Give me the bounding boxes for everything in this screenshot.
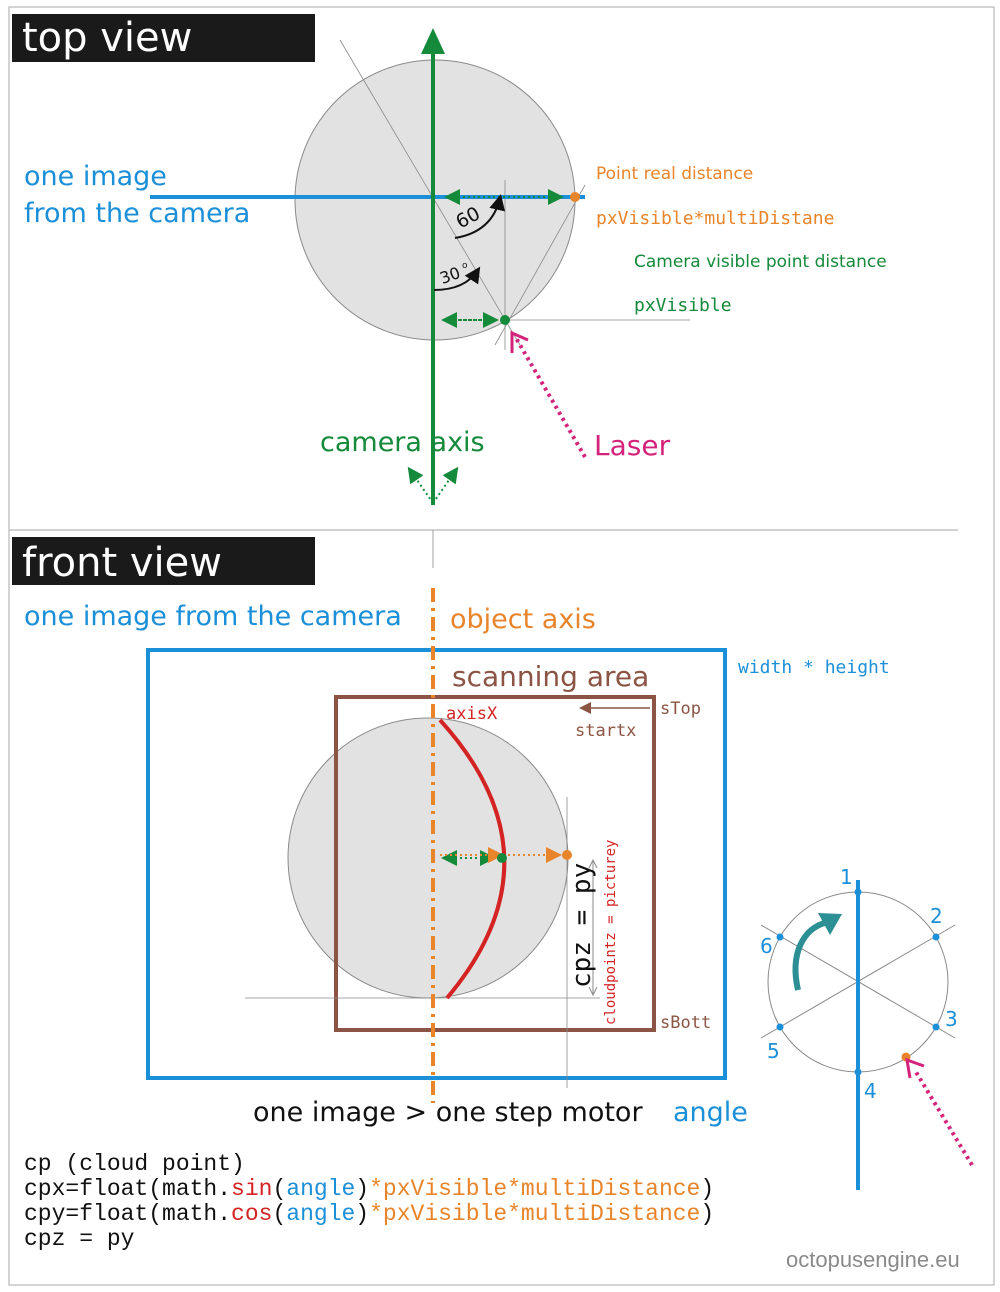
rotation-arrow-curve xyxy=(792,919,829,991)
step-label-1: 1 xyxy=(840,865,853,889)
camera-axis-arrowhead xyxy=(421,28,445,54)
camera-visible-distance-label: Camera visible point distance xyxy=(634,252,887,272)
step-label-3: 3 xyxy=(945,1007,958,1031)
step-label-6: 6 xyxy=(760,934,773,958)
front-camera-image-label: one image from the camera xyxy=(24,601,402,632)
step-dot-6 xyxy=(776,933,784,941)
front-object-circle xyxy=(287,717,569,999)
step-label-4: 4 xyxy=(864,1079,877,1103)
step-caption-angle: angle xyxy=(673,1097,748,1128)
visible-point-marker xyxy=(500,315,510,325)
cpz-py-label: cpz = py xyxy=(567,863,597,988)
step-dot-1 xyxy=(854,888,862,896)
real-point-marker xyxy=(570,192,580,202)
code-angle-token: angle xyxy=(286,1201,356,1227)
s-bott-label: sBott xyxy=(660,1013,711,1033)
code-expr-token: *pxVisible*multiDistance xyxy=(369,1176,701,1202)
step-dot-5 xyxy=(776,1023,784,1031)
code-token: cpx=float(math. xyxy=(24,1176,232,1202)
front-view-heading: front view xyxy=(22,540,222,586)
front-view-section: front view one image from the camera obj… xyxy=(12,537,974,1190)
start-x-label: startx xyxy=(575,721,636,741)
code-line-1: cp (cloud point) xyxy=(24,1151,245,1177)
camera-image-label-line2: from the camera xyxy=(24,198,250,229)
camera-view-arrow-left xyxy=(407,466,434,504)
laser-beam xyxy=(514,336,587,459)
top-view-section: top view 60 30 o one image from the came… xyxy=(12,14,887,568)
axis-x-label: axisX xyxy=(446,704,498,724)
code-sin-token: sin xyxy=(231,1176,273,1202)
width-height-label: width * height xyxy=(738,657,890,678)
code-line-4: cpz = py xyxy=(24,1226,135,1252)
code-line-3: cpy=float(math.cos(angle)*pxVisible*mult… xyxy=(24,1201,714,1227)
scanning-area-label: scanning area xyxy=(452,660,649,693)
code-cos-token: cos xyxy=(231,1201,273,1227)
step-caption-text: one image > one step motor xyxy=(253,1097,643,1128)
top-view-heading: top view xyxy=(22,15,192,61)
front-visible-point xyxy=(497,853,507,863)
turntable-laser-beam xyxy=(914,1070,974,1167)
step-label-5: 5 xyxy=(767,1039,780,1063)
step-dot-3 xyxy=(932,1023,940,1031)
camera-image-label-line1: one image xyxy=(24,161,167,192)
turntable-laser-arrowhead xyxy=(905,1057,925,1079)
code-token: cpy=float(math. xyxy=(24,1201,232,1227)
step-label-2: 2 xyxy=(930,904,943,928)
code-angle-token: angle xyxy=(286,1176,356,1202)
object-axis-label: object axis xyxy=(450,604,596,635)
laser-label: Laser xyxy=(594,429,671,462)
px-visible-multi-label: pxVisible*multiDistane xyxy=(596,208,834,229)
code-token: ) xyxy=(700,1176,715,1202)
camera-view-arrow-right xyxy=(432,466,459,504)
step-dot-2 xyxy=(932,933,940,941)
code-token: ) xyxy=(355,1201,370,1227)
rotation-step-diagram: 1 2 3 4 5 6 xyxy=(760,865,974,1190)
degree-mark: o xyxy=(462,261,468,271)
point-real-distance-label: Point real distance xyxy=(596,164,753,184)
camera-axis-label: camera axis xyxy=(320,427,485,458)
footer-site-label: octopusengine.eu xyxy=(786,1247,960,1272)
s-top-label: sTop xyxy=(660,699,701,719)
code-token: ( xyxy=(272,1201,287,1227)
scan-diagram: top view 60 30 o one image from the came… xyxy=(8,6,995,1286)
code-token: ) xyxy=(700,1201,715,1227)
front-real-point xyxy=(562,850,572,860)
code-expr-token: *pxVisible*multiDistance xyxy=(369,1201,701,1227)
step-dot-4 xyxy=(854,1068,862,1076)
code-token: ( xyxy=(272,1176,287,1202)
code-token: ) xyxy=(355,1176,370,1202)
code-line-2: cpx=float(math.sin(angle)*pxVisible*mult… xyxy=(24,1176,714,1202)
px-visible-label: pxVisible xyxy=(634,295,732,316)
cloudpointz-picturey-label: cloudpointz = picturey xyxy=(603,840,619,1025)
code-block: cp (cloud point) cpx=float(math.sin(angl… xyxy=(24,1152,714,1252)
